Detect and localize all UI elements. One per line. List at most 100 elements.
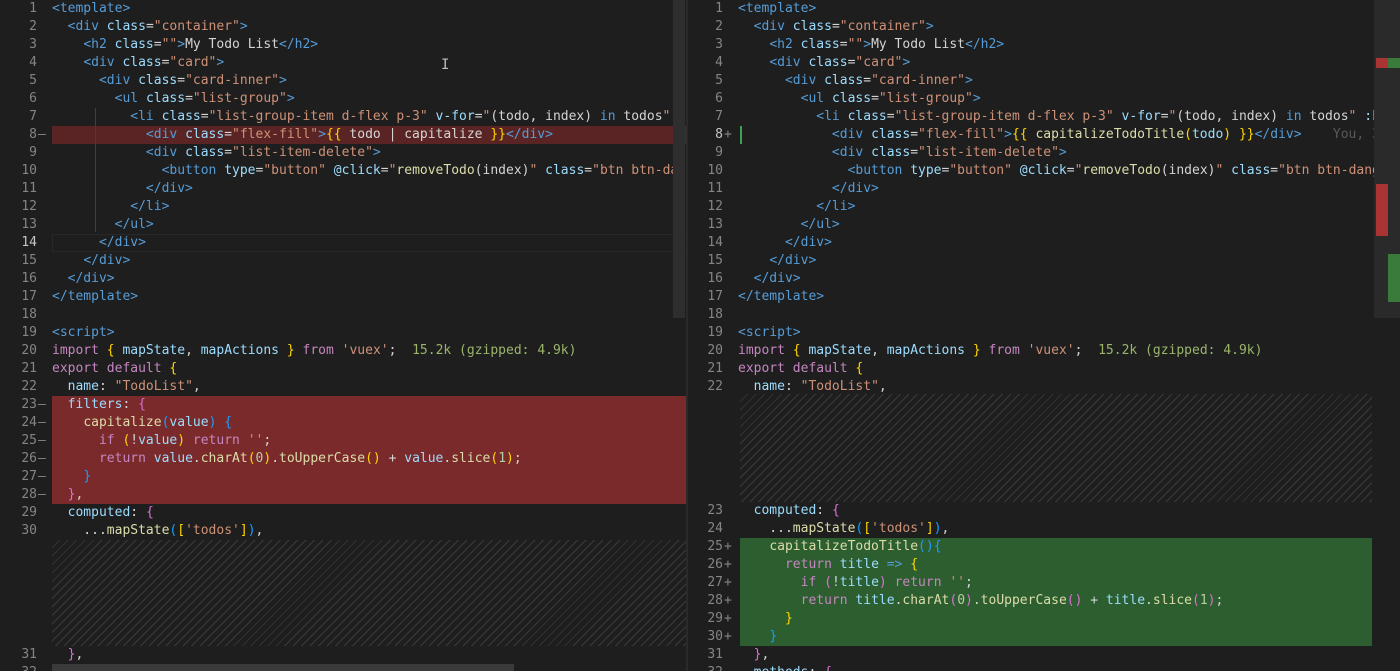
- code-text[interactable]: <script>: [52, 324, 115, 342]
- code-line[interactable]: 27 + if (!title) return '';: [686, 574, 1400, 592]
- code-line[interactable]: 23— filters: {: [0, 396, 686, 414]
- code-line[interactable]: 1 <template>: [686, 0, 1400, 18]
- code-line[interactable]: 13 </ul>: [686, 216, 1400, 234]
- diff-original-pane[interactable]: 1 <template> 2 <div class="container"> 3 <h…: [0, 0, 686, 671]
- code-line[interactable]: 24 ...mapState(['todos']),: [686, 520, 1400, 538]
- code-line[interactable]: 27— }: [0, 468, 686, 486]
- code-text[interactable]: capitalizeTodoTitle(){: [738, 538, 941, 556]
- code-text[interactable]: import { mapState, mapActions } from 'vu…: [52, 342, 576, 360]
- code-line[interactable]: 31 },: [0, 646, 686, 664]
- code-line[interactable]: 17 </template>: [0, 288, 686, 306]
- code-text[interactable]: },: [52, 486, 84, 504]
- code-line[interactable]: 21 export default {: [0, 360, 686, 378]
- code-text[interactable]: filters: {: [52, 396, 146, 414]
- code-line[interactable]: 30 ...mapState(['todos']),: [0, 522, 686, 540]
- code-line[interactable]: 24— capitalize(value) {: [0, 414, 686, 432]
- code-text[interactable]: <div class="card-inner">: [738, 72, 973, 90]
- code-text[interactable]: return title => {: [738, 556, 918, 574]
- diff-modified-pane[interactable]: 1 <template> 2 <div class="container"> 3 <h…: [686, 0, 1400, 671]
- code-line[interactable]: 10 <button type="button" @click="removeT…: [686, 162, 1400, 180]
- code-line[interactable]: 23 computed: {: [686, 502, 1400, 520]
- code-text[interactable]: }: [738, 628, 777, 646]
- code-text[interactable]: <button type="button" @click="removeTodo…: [738, 162, 1400, 180]
- code-line[interactable]: 4 <div class="card">: [0, 54, 686, 72]
- code-text[interactable]: </ul>: [738, 216, 840, 234]
- code-text[interactable]: if (!value) return '';: [52, 432, 271, 450]
- code-line[interactable]: 25— if (!value) return '';: [0, 432, 686, 450]
- code-text[interactable]: </div>: [52, 180, 193, 198]
- code-line[interactable]: 3 <h2 class="">My Todo List</h2>: [0, 36, 686, 54]
- code-text[interactable]: <ul class="list-group">: [52, 90, 295, 108]
- code-text[interactable]: <div class="card-inner">: [52, 72, 287, 90]
- code-text[interactable]: <div class="container">: [52, 18, 248, 36]
- code-line[interactable]: 2 <div class="container">: [0, 18, 686, 36]
- code-text[interactable]: return title.charAt(0).toUpperCase() + t…: [738, 592, 1224, 610]
- code-line[interactable]: 16 </div>: [0, 270, 686, 288]
- code-text[interactable]: <div class="container">: [738, 18, 934, 36]
- code-line[interactable]: 25 + capitalizeTodoTitle(){: [686, 538, 1400, 556]
- code-line[interactable]: 13 </ul>: [0, 216, 686, 234]
- code-text[interactable]: export default {: [738, 360, 863, 378]
- code-text[interactable]: <div class="list-item-delete">: [738, 144, 1067, 162]
- code-text[interactable]: <h2 class="">My Todo List</h2>: [52, 36, 318, 54]
- code-line[interactable]: 16 </div>: [686, 270, 1400, 288]
- code-text[interactable]: <button type="button" @click="removeTodo…: [52, 162, 686, 180]
- code-text[interactable]: </template>: [738, 288, 824, 306]
- code-line[interactable]: 15 </div>: [0, 252, 686, 270]
- code-line[interactable]: 5 <div class="card-inner">: [686, 72, 1400, 90]
- code-line[interactable]: 30 + }: [686, 628, 1400, 646]
- code-text[interactable]: <h2 class="">My Todo List</h2>: [738, 36, 1004, 54]
- code-line[interactable]: 28— },: [0, 486, 686, 504]
- code-line[interactable]: 12 </li>: [686, 198, 1400, 216]
- code-text[interactable]: <div class="card">: [52, 54, 224, 72]
- code-line[interactable]: 22 name: "TodoList",: [0, 378, 686, 396]
- code-line[interactable]: 17 </template>: [686, 288, 1400, 306]
- code-line[interactable]: 12 </li>: [0, 198, 686, 216]
- code-text[interactable]: return value.charAt(0).toUpperCase() + v…: [52, 450, 522, 468]
- code-text[interactable]: <div class="flex-fill">{{ capitalizeTodo…: [738, 126, 1400, 144]
- code-line[interactable]: 19 <script>: [0, 324, 686, 342]
- code-text[interactable]: if (!title) return '';: [738, 574, 973, 592]
- code-text[interactable]: </li>: [738, 198, 855, 216]
- code-line[interactable]: 9 <div class="list-item-delete">: [0, 144, 686, 162]
- code-text[interactable]: <script>: [738, 324, 801, 342]
- code-line[interactable]: 7 <li class="list-group-item d-flex p-3"…: [686, 108, 1400, 126]
- code-line[interactable]: 20 import { mapState, mapActions } from '…: [0, 342, 686, 360]
- code-line[interactable]: 18: [686, 306, 1400, 324]
- code-text[interactable]: import { mapState, mapActions } from 'vu…: [738, 342, 1262, 360]
- code-text[interactable]: <li class="list-group-item d-flex p-3" v…: [52, 108, 686, 126]
- code-text[interactable]: </div>: [738, 270, 801, 288]
- code-text[interactable]: <template>: [52, 0, 130, 18]
- code-line[interactable]: 20 import { mapState, mapActions } from '…: [686, 342, 1400, 360]
- code-text[interactable]: <div class="flex-fill">{{ todo | capital…: [52, 126, 553, 144]
- code-text[interactable]: </ul>: [52, 216, 154, 234]
- code-text[interactable]: },: [52, 646, 84, 664]
- code-line[interactable]: 11 </div>: [686, 180, 1400, 198]
- code-text[interactable]: </div>: [738, 180, 879, 198]
- code-line[interactable]: 28 + return title.charAt(0).toUpperCase()…: [686, 592, 1400, 610]
- code-text[interactable]: methods: {: [738, 664, 832, 671]
- code-line[interactable]: 29 + }: [686, 610, 1400, 628]
- code-text[interactable]: </div>: [738, 252, 816, 270]
- code-text[interactable]: <div class="list-item-delete">: [52, 144, 381, 162]
- code-line[interactable]: 29 computed: {: [0, 504, 686, 522]
- code-line[interactable]: 11 </div>: [0, 180, 686, 198]
- horizontal-scrollbar[interactable]: [52, 664, 514, 671]
- code-text[interactable]: export default {: [52, 360, 177, 378]
- code-text[interactable]: </li>: [52, 198, 169, 216]
- code-text[interactable]: }: [52, 468, 91, 486]
- code-text[interactable]: </div>: [52, 252, 130, 270]
- code-line[interactable]: 3 <h2 class="">My Todo List</h2>: [686, 36, 1400, 54]
- diff-overview-ruler[interactable]: [1374, 0, 1400, 318]
- code-text[interactable]: name: "TodoList",: [52, 378, 201, 396]
- code-text[interactable]: </div>: [52, 234, 146, 252]
- code-line[interactable]: 8 + <div class="flex-fill">{{ capitalizeT…: [686, 126, 1400, 144]
- code-line[interactable]: 26 + return title => {: [686, 556, 1400, 574]
- code-line[interactable]: 32 methods: {: [686, 664, 1400, 671]
- code-text[interactable]: capitalize(value) {: [52, 414, 232, 432]
- code-line[interactable]: 4 <div class="card">: [686, 54, 1400, 72]
- code-line[interactable]: 2 <div class="container">: [686, 18, 1400, 36]
- code-text[interactable]: </div>: [52, 270, 115, 288]
- code-text[interactable]: ...mapState(['todos']),: [738, 520, 949, 538]
- code-line[interactable]: 14 </div>: [686, 234, 1400, 252]
